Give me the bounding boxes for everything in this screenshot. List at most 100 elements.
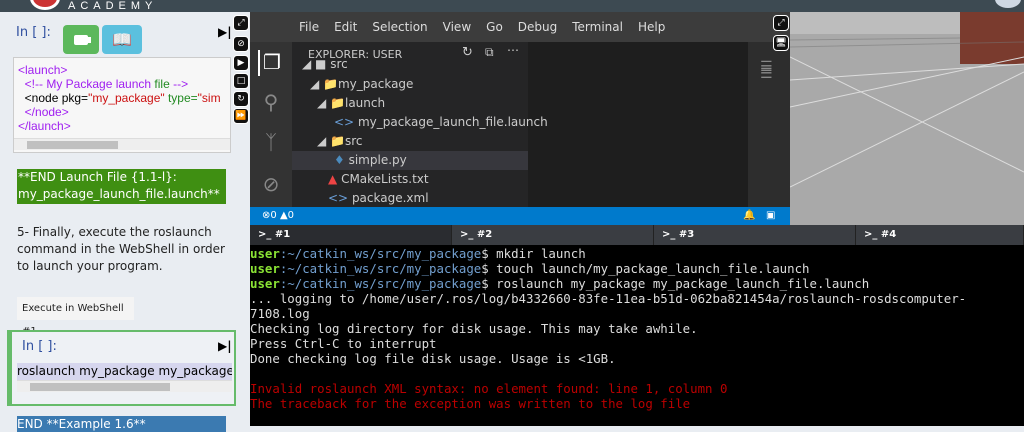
menu-debug[interactable]: Debug	[518, 20, 557, 34]
menu-selection[interactable]: Selection	[372, 20, 427, 34]
menu-help[interactable]: Help	[638, 20, 665, 34]
tree-item-folder[interactable]: ◢ ■ src	[302, 60, 348, 72]
logo-text: ACADEMY	[68, 0, 158, 12]
tree-item-folder[interactable]: ◢ 📁src	[317, 132, 363, 151]
tree-item-file[interactable]: ▲ CMakeLists.txt	[328, 170, 429, 189]
tree-item-file-selected[interactable]: ♦ simple.py	[292, 151, 528, 170]
book-icon: 📖	[112, 30, 132, 49]
terminal-line: ... logging to /home/user/.ros/log/b4332…	[250, 291, 967, 306]
menu-terminal[interactable]: Terminal	[572, 20, 623, 34]
tree-item-folder[interactable]: ◢ 📁my_package	[310, 75, 413, 94]
restart-icon[interactable]: ↻	[233, 91, 249, 107]
bell-icon[interactable]: 🔔	[743, 207, 755, 225]
horizontal-scrollbar[interactable]	[14, 138, 230, 150]
warning-count: 0	[287, 210, 295, 221]
debug-icon[interactable]: ⊘	[258, 172, 284, 198]
minimap: ☰ ☰	[748, 42, 790, 207]
terminal-line: Press Ctrl-C to interrupt	[250, 336, 437, 351]
simulation-view[interactable]	[790, 12, 1024, 225]
code-cell-selected[interactable]: In [ ]: ▶| roslaunch my_package my_packa…	[7, 330, 236, 406]
top-bar: ACADEMY	[0, 0, 1024, 12]
notebook-panel: In [ ]: 📖 ▶| <launch> <!-- My Package la…	[0, 12, 248, 432]
code-line: </launch>	[18, 119, 71, 133]
fullscreen-icon[interactable]: ⤢	[233, 15, 249, 31]
video-button[interactable]	[63, 25, 99, 54]
list-icon[interactable]: ☰ ☰	[760, 60, 773, 81]
code-token: "my_package"	[88, 91, 165, 105]
refresh-icon[interactable]: ↻	[462, 45, 473, 60]
horizontal-scrollbar[interactable]	[17, 380, 232, 392]
xml-file-icon: <>	[328, 191, 349, 205]
tree-label: src	[344, 134, 363, 148]
avatar[interactable]	[995, 0, 1021, 8]
code-token: type=	[164, 91, 198, 105]
run-cell-icon[interactable]: ▶|	[218, 25, 232, 39]
video-camera-icon	[74, 34, 88, 45]
cmake-file-icon: ▲	[328, 172, 338, 186]
warning-icon[interactable]: ▲	[280, 210, 288, 221]
instruction-text: 5- Finally, execute the roslaunch comman…	[17, 225, 225, 273]
panel-icon[interactable]: ▣	[766, 207, 775, 225]
menu-edit[interactable]: Edit	[334, 20, 357, 34]
tree-label: my_package_launch_file.launch	[357, 115, 548, 129]
monitor-icon[interactable]: 🖥	[773, 35, 789, 51]
tab-terminal-4[interactable]: >_ #4	[856, 225, 1024, 245]
terminal-error-line: Invalid roslaunch XML syntax: no element…	[250, 381, 728, 396]
activity-bar: ❐ ⚲ ᛉ ⊘	[250, 42, 292, 207]
code-line: </node>	[24, 105, 69, 119]
menu-bar: File Edit Selection View Go Debug Termin…	[250, 12, 790, 42]
status-bar: ⊗0 ▲0 🔔 ▣	[250, 207, 790, 225]
run-cell-icon[interactable]: ▶|	[218, 339, 232, 353]
files-icon[interactable]: ❐	[258, 50, 284, 76]
execute-webshell-label: Execute in WebShell #1	[17, 297, 134, 337]
tab-terminal-1[interactable]: >_ #1	[250, 225, 452, 245]
tree-item-file[interactable]: <> my_package_launch_file.launch	[334, 113, 548, 132]
fullscreen-icon[interactable]: ⤢	[773, 15, 789, 31]
tab-terminal-3[interactable]: >_ #3	[654, 225, 856, 245]
terminal-output[interactable]: user:~/catkin_ws/src/my_package$ mkdir l…	[250, 245, 1024, 426]
xml-file-icon: <>	[334, 115, 355, 129]
terminal-line: user:~/catkin_ws/src/my_package$ touch l…	[250, 261, 810, 276]
end-launch-banner: **END Launch File {1.1-l}: my_package_la…	[17, 169, 226, 204]
terminal-line: user:~/catkin_ws/src/my_package$ mkdir l…	[250, 246, 586, 261]
code-line: <node pkg=	[24, 91, 89, 105]
collapse-all-icon[interactable]: ⧉	[485, 45, 494, 60]
source-control-icon[interactable]: ᛉ	[258, 130, 284, 156]
tab-terminal-2[interactable]: >_ #2	[452, 225, 654, 245]
terminal-tabs: >_ #1 >_ #2 >_ #3 >_ #4	[250, 225, 1024, 245]
terminal-line: 7108.log	[250, 306, 310, 321]
simulation-floor	[790, 12, 1024, 188]
code-token: "sim	[197, 91, 221, 105]
tree-item-folder[interactable]: ◢ 📁launch	[317, 94, 385, 113]
more-icon[interactable]: ⋯	[507, 43, 519, 57]
command-input[interactable]: roslaunch my_package my_package_launch_f…	[17, 363, 232, 380]
step-forward-icon[interactable]: ▶	[233, 55, 249, 71]
python-file-icon: ♦	[334, 153, 345, 167]
cell-prompt: In [ ]:	[16, 25, 51, 40]
terminal-line: user:~/catkin_ws/src/my_package$ roslaun…	[250, 276, 870, 291]
stop-icon[interactable]: □	[233, 73, 249, 89]
menu-view[interactable]: View	[443, 20, 471, 34]
menu-go[interactable]: Go	[486, 20, 503, 34]
logo	[30, 0, 60, 10]
search-icon[interactable]: ⚲	[258, 90, 284, 116]
error-count: 0	[270, 210, 277, 221]
tree-label: CMakeLists.txt	[341, 172, 429, 186]
cell-prompt: In [ ]:	[22, 339, 57, 354]
fast-forward-icon[interactable]: ⏩	[233, 108, 249, 124]
terminal-line: Checking log directory for disk usage. T…	[250, 321, 698, 336]
code-token: -->	[169, 77, 189, 91]
tree-label: src	[330, 60, 348, 71]
code-line: <!-- My Package launch	[24, 77, 155, 91]
tree-label: simple.py	[348, 153, 407, 167]
tree-item-file[interactable]: <> package.xml	[328, 189, 429, 208]
end-example-banner: END **Example 1.6**	[17, 416, 226, 432]
menu-file[interactable]: File	[299, 20, 319, 34]
explorer-panel: EXPLORER: USER ↻ ⧉ ⋯ ◢ ■ src ◢ 📁my_packa…	[292, 42, 548, 208]
terminal-line: Done checking log file disk usage. Usage…	[250, 351, 616, 366]
code-line: <launch>	[18, 63, 68, 77]
notebook-button[interactable]: 📖	[102, 25, 142, 54]
hide-icon[interactable]: ⊘	[233, 36, 249, 52]
tree-label: launch	[344, 96, 386, 110]
code-token: file	[154, 77, 170, 91]
